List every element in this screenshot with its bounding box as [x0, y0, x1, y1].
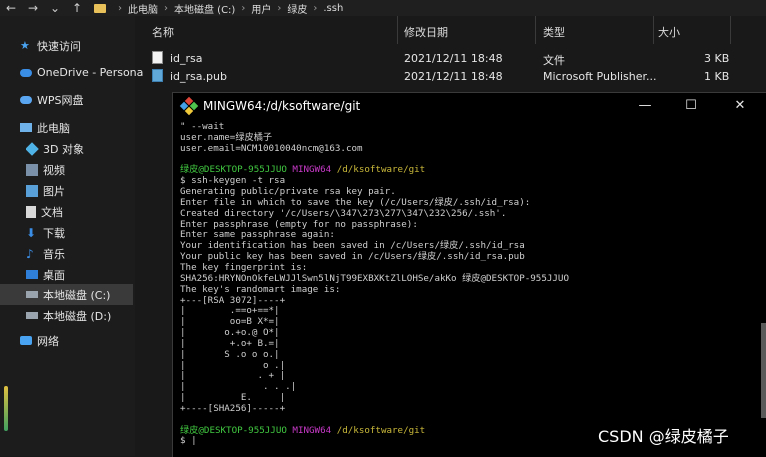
file-modified: 2021/12/11 18:48	[404, 70, 503, 83]
terminal-line: user.email=NCM10010040ncm@163.com	[180, 142, 363, 154]
cloud-icon	[20, 68, 32, 77]
breadcrumb-item[interactable]: 用户	[251, 1, 271, 16]
sidebar-item-3d-objects[interactable]: 3D 对象	[26, 138, 159, 159]
sidebar-item-quick-access[interactable]: ★ 快速访问	[20, 35, 153, 56]
scrollbar-thumb[interactable]	[761, 323, 766, 418]
download-icon: ⬇	[26, 225, 37, 240]
picture-icon	[26, 184, 38, 197]
file-modified: 2021/12/11 18:48	[404, 52, 503, 65]
breadcrumb-item[interactable]: 本地磁盘 (C:)	[174, 1, 235, 16]
desktop-icon	[26, 270, 38, 279]
breadcrumb-item[interactable]: 此电脑	[128, 1, 158, 16]
file-row[interactable]: id_rsa 2021/12/11 18:48 文件 3 KB	[140, 49, 766, 67]
video-icon	[26, 163, 38, 176]
prompt-user: 绿皮@DESKTOP-955JJUO	[180, 424, 287, 436]
terminal-line: +----[SHA256]-----+	[180, 402, 286, 414]
maximize-button[interactable]: ☐	[668, 93, 714, 118]
drive-icon	[26, 291, 38, 298]
sidebar-item-drive-c[interactable]: 本地磁盘 (C:)	[0, 284, 133, 305]
publisher-file-icon	[152, 69, 163, 82]
network-icon	[20, 336, 32, 345]
sidebar-item-network[interactable]: 网络	[20, 330, 153, 351]
column-header-name[interactable]: 名称	[152, 24, 174, 40]
music-icon: ♪	[26, 246, 34, 261]
address-bar: ← → ⌄ ↑ › 此电脑 › 本地磁盘 (C:) › 用户 › 绿皮 › .s…	[0, 0, 766, 16]
column-header-size[interactable]: 大小	[658, 24, 680, 40]
taskbar-indicator	[4, 386, 8, 431]
document-icon	[26, 205, 36, 218]
file-type: 文件	[543, 54, 565, 67]
prompt-user: 绿皮@DESKTOP-955JJUO	[180, 164, 287, 176]
cloud-icon	[20, 95, 32, 104]
cube-icon	[26, 141, 39, 156]
prompt-path: /d/ksoftware/git	[331, 164, 426, 176]
terminal-line: | S .o o o.|	[180, 348, 280, 360]
column-header-modified[interactable]: 修改日期	[404, 24, 448, 40]
prompt-env: MINGW64	[286, 424, 332, 436]
minimize-button[interactable]: —	[622, 93, 668, 118]
sidebar-item-pictures[interactable]: 图片	[26, 180, 159, 201]
file-row[interactable]: id_rsa.pub 2021/12/11 18:48 Microsoft Pu…	[140, 67, 766, 85]
breadcrumb[interactable]: › 此电脑 › 本地磁盘 (C:) › 用户 › 绿皮 › .ssh	[94, 1, 343, 16]
sidebar-item-this-pc[interactable]: 此电脑	[20, 117, 153, 138]
sidebar-item-downloads[interactable]: ⬇ 下载	[26, 222, 159, 243]
forward-button[interactable]: →	[22, 1, 44, 15]
file-icon	[152, 51, 163, 64]
computer-icon	[20, 123, 32, 132]
terminal-line: Created directory '/c/Users/\347\273\277…	[180, 207, 507, 219]
star-icon: ★	[20, 38, 30, 52]
close-button[interactable]: ✕	[717, 93, 763, 118]
file-size: 1 KB	[704, 70, 730, 83]
sidebar-item-desktop[interactable]: 桌面	[26, 264, 159, 285]
sidebar-item-music[interactable]: ♪ 音乐	[26, 243, 159, 264]
terminal-title: MINGW64:/d/ksoftware/git	[203, 98, 361, 113]
watermark: CSDN @绿皮橘子	[598, 427, 729, 446]
prompt-path: /d/ksoftware/git	[331, 424, 426, 436]
terminal-line: The key's randomart image is:	[180, 283, 341, 295]
file-type: Microsoft Publisher...	[543, 70, 657, 83]
recent-locations-button[interactable]: ⌄	[44, 1, 66, 15]
folder-icon	[94, 3, 106, 13]
sidebar-item-wps[interactable]: WPS网盘	[20, 89, 153, 110]
file-name: id_rsa.pub	[170, 70, 227, 83]
sidebar-item-videos[interactable]: 视频	[26, 159, 159, 180]
breadcrumb-item[interactable]: 绿皮	[287, 1, 307, 16]
sidebar-item-documents[interactable]: 文档	[26, 201, 159, 222]
column-header-type[interactable]: 类型	[543, 24, 565, 40]
up-button[interactable]: ↑	[66, 1, 88, 15]
terminal-output[interactable]: " --wait user.name=绿皮橘子 user.email=NCM1001…	[180, 122, 758, 457]
git-icon	[179, 96, 199, 115]
navigation-pane: ★ 快速访问 OneDrive - Persona WPS网盘 此电脑 3D 对…	[0, 16, 143, 456]
file-size: 3 KB	[704, 52, 730, 65]
breadcrumb-item[interactable]: .ssh	[323, 3, 343, 14]
drive-icon	[26, 312, 38, 319]
terminal-window: MINGW64:/d/ksoftware/git — ☐ ✕ " --wait u…	[172, 92, 766, 457]
prompt-env: MINGW64	[286, 164, 332, 176]
sidebar-item-drive-d[interactable]: 本地磁盘 (D:)	[26, 305, 159, 326]
back-button[interactable]: ←	[0, 1, 22, 15]
terminal-title-bar[interactable]: MINGW64:/d/ksoftware/git — ☐ ✕	[173, 93, 766, 118]
column-headers: 名称 修改日期 类型 大小	[140, 16, 766, 44]
sidebar-item-onedrive[interactable]: OneDrive - Persona	[20, 62, 153, 83]
file-name: id_rsa	[170, 52, 203, 65]
